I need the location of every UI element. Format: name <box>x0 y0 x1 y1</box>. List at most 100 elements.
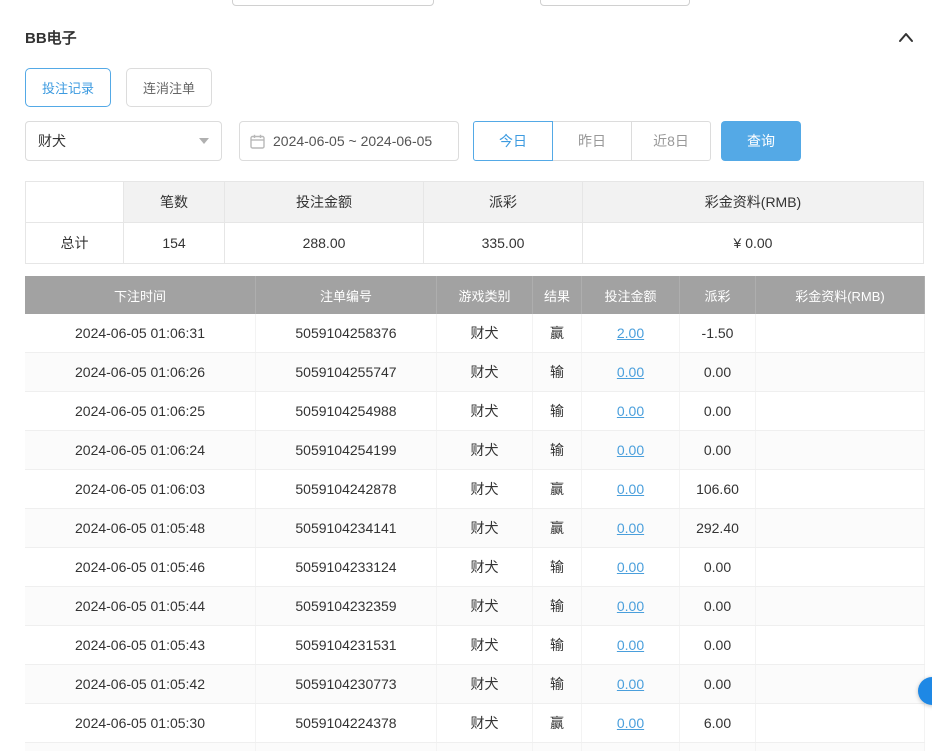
cell-bet-time: 2024-06-05 01:05:12 <box>25 743 256 751</box>
bet-amount-link[interactable]: 0.00 <box>617 403 644 419</box>
bet-amount-link[interactable]: 0.00 <box>617 598 644 614</box>
search-button[interactable]: 查询 <box>721 121 801 161</box>
bet-amount-link[interactable]: 0.00 <box>617 715 644 731</box>
cell-game-type: 财犬 <box>437 587 533 626</box>
header-order-number: 注单编号 <box>256 276 437 314</box>
calendar-icon <box>250 134 265 149</box>
cell-order-number: 5059104233124 <box>256 548 437 587</box>
cell-order-number: 5059104224378 <box>256 704 437 743</box>
bet-amount-link[interactable]: 0.00 <box>617 676 644 692</box>
cell-payout: 0.00 <box>680 548 756 587</box>
cell-result: 输 <box>533 665 582 704</box>
quick-date-button-group: 今日 昨日 近8日 <box>473 121 711 161</box>
cell-bet-amount: 0.00 <box>582 548 680 587</box>
cell-bonus <box>756 548 925 587</box>
quick-button-last-8-days[interactable]: 近8日 <box>631 121 711 161</box>
bet-amount-link[interactable]: 0.00 <box>617 520 644 536</box>
cell-payout: -2.00 <box>680 743 756 751</box>
quick-button-yesterday[interactable]: 昨日 <box>552 121 632 161</box>
cell-bet-time: 2024-06-05 01:05:30 <box>25 704 256 743</box>
cell-result: 输 <box>533 431 582 470</box>
cell-result: 输 <box>533 743 582 751</box>
table-row: 2024-06-05 01:06:25 5059104254988 财犬 输 0… <box>25 392 925 431</box>
cell-payout: 6.00 <box>680 704 756 743</box>
summary-header-bonus: 彩金资料(RMB) <box>583 182 924 223</box>
cell-bet-time: 2024-06-05 01:05:46 <box>25 548 256 587</box>
summary-total-label: 总计 <box>26 223 124 264</box>
collapse-chevron-up-icon[interactable] <box>896 27 916 47</box>
table-row: 2024-06-05 01:05:43 5059104231531 财犬 输 0… <box>25 626 925 665</box>
top-partial-input-1[interactable] <box>232 0 434 6</box>
summary-total-payout: 335.00 <box>424 223 583 264</box>
cell-bonus <box>756 743 925 751</box>
cell-order-number: 5059104258376 <box>256 314 437 353</box>
header-bet-amount: 投注金额 <box>582 276 680 314</box>
cell-order-number: 5059104230773 <box>256 665 437 704</box>
tab-bar: 投注记录 连消注单 <box>25 68 918 107</box>
table-row: 2024-06-05 01:05:44 5059104232359 财犬 输 0… <box>25 587 925 626</box>
game-select[interactable]: 财犬 <box>25 121 222 161</box>
summary-table: 笔数 投注金额 派彩 彩金资料(RMB) 总计 154 288.00 335.0… <box>25 181 924 264</box>
cell-bet-time: 2024-06-05 01:06:26 <box>25 353 256 392</box>
cell-game-type: 财犬 <box>437 470 533 509</box>
bet-amount-link[interactable]: 0.00 <box>617 481 644 497</box>
summary-header-payout: 派彩 <box>424 182 583 223</box>
quick-button-today[interactable]: 今日 <box>473 121 553 161</box>
bet-amount-link[interactable]: 2.00 <box>617 325 644 341</box>
cell-order-number: 5059104254199 <box>256 431 437 470</box>
bet-amount-link[interactable]: 0.00 <box>617 442 644 458</box>
summary-total-bonus: ¥ 0.00 <box>583 223 924 264</box>
summary-header-row: 笔数 投注金额 派彩 彩金资料(RMB) <box>26 182 924 223</box>
cell-order-number: 5059104242878 <box>256 470 437 509</box>
summary-total-bet-amount: 288.00 <box>225 223 424 264</box>
cell-bet-amount: 0.00 <box>582 704 680 743</box>
cell-payout: 0.00 <box>680 665 756 704</box>
header-result: 结果 <box>533 276 582 314</box>
cell-result: 赢 <box>533 509 582 548</box>
header-game-type: 游戏类别 <box>437 276 533 314</box>
cell-payout: 0.00 <box>680 353 756 392</box>
records-table: 下注时间 注单编号 游戏类别 结果 投注金额 派彩 彩金资料(RMB) 2024… <box>25 276 925 751</box>
cell-bet-time: 2024-06-05 01:05:43 <box>25 626 256 665</box>
date-range-value: 2024-06-05 ~ 2024-06-05 <box>273 133 432 149</box>
cell-game-type: 财犬 <box>437 704 533 743</box>
cell-bonus <box>756 626 925 665</box>
header-bonus: 彩金资料(RMB) <box>756 276 925 314</box>
tab-cancelled-orders[interactable]: 连消注单 <box>126 68 212 107</box>
cell-payout: -1.50 <box>680 314 756 353</box>
cell-bet-amount: 0.00 <box>582 353 680 392</box>
cell-bet-amount: 0.00 <box>582 392 680 431</box>
cell-bet-time: 2024-06-05 01:06:24 <box>25 431 256 470</box>
cell-order-number: 5059104234141 <box>256 509 437 548</box>
cell-payout: 292.40 <box>680 509 756 548</box>
cell-result: 输 <box>533 548 582 587</box>
summary-header-blank <box>26 182 124 223</box>
cell-game-type: 财犬 <box>437 665 533 704</box>
table-row: 2024-06-05 01:05:46 5059104233124 财犬 输 0… <box>25 548 925 587</box>
date-range-input[interactable]: 2024-06-05 ~ 2024-06-05 <box>239 121 459 161</box>
records-header-row: 下注时间 注单编号 游戏类别 结果 投注金额 派彩 彩金资料(RMB) <box>25 276 925 314</box>
cell-game-type: 财犬 <box>437 626 533 665</box>
bet-amount-link[interactable]: 0.00 <box>617 637 644 653</box>
table-row: 2024-06-05 01:05:12 5059104214643 财犬 输 2… <box>25 743 925 751</box>
summary-header-count: 笔数 <box>124 182 225 223</box>
cell-bet-amount: 2.00 <box>582 314 680 353</box>
bet-amount-link[interactable]: 0.00 <box>617 364 644 380</box>
tab-bet-records[interactable]: 投注记录 <box>25 68 111 107</box>
cell-result: 输 <box>533 587 582 626</box>
cell-result: 赢 <box>533 470 582 509</box>
bet-amount-link[interactable]: 0.00 <box>617 559 644 575</box>
cell-result: 输 <box>533 626 582 665</box>
cell-game-type: 财犬 <box>437 509 533 548</box>
cell-bet-amount: 0.00 <box>582 431 680 470</box>
top-partial-input-2[interactable] <box>540 0 690 6</box>
cell-order-number: 5059104231531 <box>256 626 437 665</box>
header-payout: 派彩 <box>680 276 756 314</box>
cell-bet-amount: 2.00 <box>582 743 680 751</box>
cell-payout: 0.00 <box>680 392 756 431</box>
table-row: 2024-06-05 01:05:48 5059104234141 财犬 赢 0… <box>25 509 925 548</box>
cell-payout: 0.00 <box>680 587 756 626</box>
cell-bet-amount: 0.00 <box>582 626 680 665</box>
table-row: 2024-06-05 01:06:26 5059104255747 财犬 输 0… <box>25 353 925 392</box>
cell-payout: 0.00 <box>680 626 756 665</box>
